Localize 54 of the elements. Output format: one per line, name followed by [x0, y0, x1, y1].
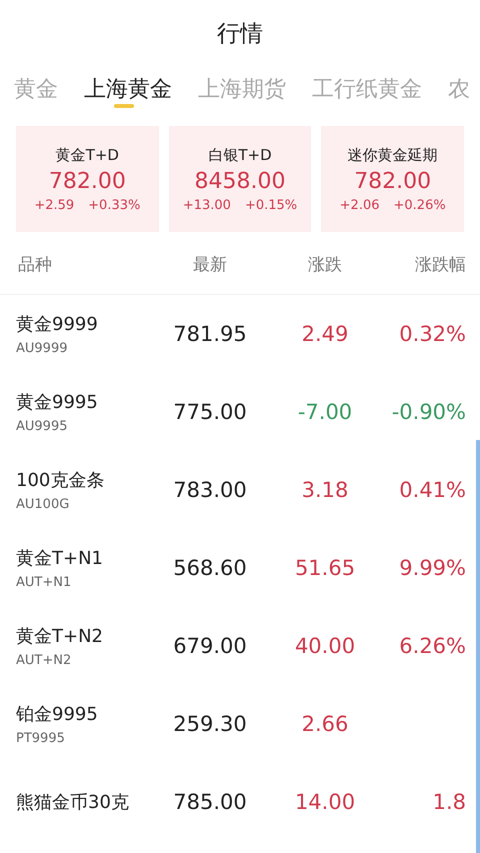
latest-price: 568.60 [173, 556, 247, 580]
change-percent: 9.99% [399, 556, 466, 580]
quote-card[interactable]: 迷你黄金延期 782.00 +2.06 +0.26% [321, 126, 464, 232]
quote-card[interactable]: 白银T+D 8458.00 +13.00 +0.15% [168, 126, 312, 232]
price-change: 2.49 [302, 322, 348, 346]
card-name: 迷你黄金延期 [348, 146, 438, 164]
latest-price: 775.00 [173, 400, 247, 424]
product-code: AU9995 [16, 419, 68, 434]
product-code: PT9995 [16, 731, 65, 746]
change-percent: -0.90% [392, 400, 466, 424]
card-change: +2.59 [34, 198, 74, 212]
product-code: AUT+N2 [16, 653, 72, 668]
change-percent: 6.26% [399, 634, 466, 658]
column-header: 涨跌 [307, 254, 343, 276]
card-price: 8458.00 [194, 168, 286, 194]
quote-card[interactable]: 黄金T+D 782.00 +2.59 +0.33% [16, 126, 159, 232]
product-name: 熊猫金币30克 [16, 791, 129, 814]
change-percent: 0.41% [399, 478, 466, 502]
product-name: 100克金条 [16, 469, 104, 492]
card-percent: +0.33% [88, 198, 140, 212]
page-title: 行情 [217, 20, 263, 48]
product-name: 黄金T+N1 [16, 547, 103, 570]
tab[interactable]: 上海黄金 [84, 74, 172, 108]
latest-price: 259.30 [173, 712, 247, 736]
latest-price: 785.00 [173, 790, 247, 814]
price-change: 51.65 [294, 556, 356, 580]
product-name: 黄金9999 [16, 313, 98, 336]
column-header: 品种 [17, 254, 53, 276]
latest-price: 679.00 [173, 634, 247, 658]
price-change: 40.00 [294, 634, 356, 658]
price-change: 3.18 [302, 478, 348, 502]
product-code: AU100G [16, 497, 70, 512]
card-name: 白银T+D [208, 146, 272, 164]
latest-price: 781.95 [173, 322, 247, 346]
product-name: 黄金9995 [16, 391, 98, 414]
price-change: 14.00 [294, 790, 356, 814]
column-header: 最新 [192, 254, 228, 276]
card-change: +2.06 [340, 198, 380, 212]
product-code: AU9999 [16, 341, 68, 356]
latest-price: 783.00 [173, 478, 247, 502]
card-change: +13.00 [182, 198, 231, 212]
card-price: 782.00 [354, 168, 432, 194]
product-code: AUT+N1 [16, 575, 72, 590]
card-name: 黄金T+D [56, 146, 119, 164]
price-change: -7.00 [298, 400, 352, 424]
price-change: 2.66 [302, 712, 348, 736]
card-percent: +0.15% [244, 198, 298, 212]
column-header: 涨跌幅 [414, 254, 466, 276]
card-price: 782.00 [48, 168, 126, 194]
change-percent: 0.32% [399, 322, 466, 346]
card-percent: +0.26% [394, 198, 446, 212]
change-percent: 1.8 [432, 790, 466, 814]
product-name: 铂金9995 [16, 703, 98, 726]
product-name: 黄金T+N2 [16, 625, 103, 648]
